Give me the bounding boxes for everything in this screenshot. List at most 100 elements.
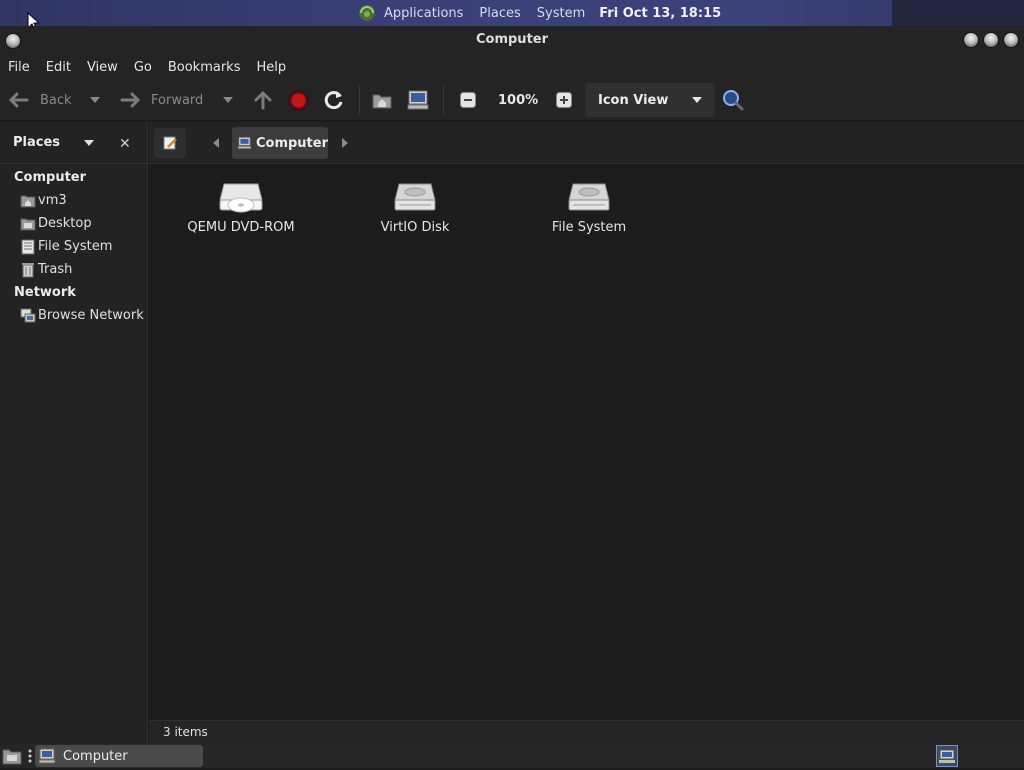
minimize-button[interactable] [964, 33, 978, 47]
toolbar-separator [443, 86, 444, 114]
zoom-level[interactable]: 100% [498, 80, 538, 120]
file-item-virtio-disk[interactable]: VirtIO Disk [350, 180, 480, 235]
sidebar-item-label: Browse Network [38, 308, 144, 323]
file-view[interactable]: QEMU DVD-ROM VirtIO Disk File System [149, 164, 1024, 720]
hard-disk-icon [568, 183, 610, 211]
stop-button[interactable] [288, 80, 309, 120]
file-system-icon [21, 239, 35, 254]
panel-tray [892, 0, 1024, 26]
forward-history-dropdown[interactable] [223, 80, 233, 120]
view-mode-label: Icon View [598, 92, 669, 108]
breadcrumb-label: Computer [255, 135, 328, 151]
window-controls [964, 33, 1018, 47]
close-button[interactable] [1004, 33, 1018, 47]
sidebar-mode-dropdown-icon[interactable] [84, 140, 94, 146]
sidebar-section-network: Network [14, 285, 76, 300]
home-folder-icon [372, 94, 392, 109]
file-name: File System [551, 220, 627, 235]
search-button[interactable] [722, 80, 744, 120]
menu-help[interactable]: Help [248, 60, 294, 75]
places-menu[interactable]: Places [479, 6, 520, 21]
trash-icon [22, 262, 34, 277]
sidebar-item-label: vm3 [38, 193, 67, 208]
menu-view[interactable]: View [79, 60, 126, 75]
menu-edit[interactable]: Edit [38, 60, 79, 75]
taskbar-window-label: Computer [63, 748, 128, 764]
menubar: File Edit View Go Bookmarks Help [0, 55, 1024, 80]
maximize-button[interactable] [984, 33, 998, 47]
workspace-switcher[interactable] [936, 745, 958, 767]
view-mode-select[interactable]: Icon View [585, 83, 715, 117]
back-button[interactable]: Back [8, 80, 72, 120]
back-arrow-icon [8, 92, 29, 108]
reload-icon [324, 91, 343, 110]
file-name: VirtIO Disk [380, 220, 450, 235]
sidebar-header: Places ✕ [0, 122, 147, 164]
sidebar: Places ✕ Computer vm3 Desktop File Syste… [0, 122, 148, 744]
toolbar-separator [359, 86, 360, 114]
computer-button[interactable] [407, 80, 429, 120]
sidebar-item-trash[interactable]: Trash [0, 258, 147, 281]
file-name: QEMU DVD-ROM [187, 220, 295, 235]
location-bar: Computer [149, 122, 1024, 164]
hard-disk-icon [394, 183, 436, 211]
zoom-in-button[interactable] [556, 80, 572, 120]
up-button[interactable] [254, 80, 272, 120]
top-panel: Applications Places System Fri Oct 13, 1… [0, 0, 1024, 26]
bottom-panel: Computer [0, 744, 1024, 768]
stop-icon [288, 90, 309, 110]
mate-logo-icon[interactable] [358, 4, 376, 22]
reload-button[interactable] [323, 80, 345, 120]
zoom-in-icon [556, 92, 572, 108]
network-icon [20, 308, 36, 322]
computer-icon [39, 748, 55, 764]
chevron-down-icon [223, 97, 233, 103]
show-desktop-icon[interactable] [2, 747, 22, 765]
breadcrumb-computer[interactable]: Computer [232, 127, 328, 159]
home-button[interactable] [372, 80, 392, 120]
sidebar-item-label: File System [38, 239, 113, 254]
chevron-down-icon [90, 97, 100, 103]
toolbar: Back Forward 100% Icon View [0, 80, 1024, 121]
up-arrow-icon [254, 91, 272, 110]
sidebar-title[interactable]: Places [13, 135, 60, 150]
sidebar-item-file-system[interactable]: File System [0, 235, 147, 258]
file-item-qemu-dvd-rom[interactable]: QEMU DVD-ROM [176, 180, 306, 235]
breadcrumb-scroll-right[interactable] [331, 128, 359, 158]
zoom-out-button[interactable] [460, 80, 476, 120]
top-panel-menus: Applications Places System Fri Oct 13, 1… [358, 0, 721, 26]
file-item-file-system[interactable]: File System [524, 180, 654, 235]
forward-arrow-icon [120, 92, 141, 108]
back-history-dropdown[interactable] [90, 80, 100, 120]
applications-menu[interactable]: Applications [384, 6, 463, 21]
sidebar-item-browse-network[interactable]: Browse Network [0, 304, 147, 327]
window-title: Computer [475, 32, 549, 47]
chevron-down-icon [692, 97, 702, 103]
window-titlebar[interactable]: Computer [0, 26, 1024, 55]
sidebar-item-vm3[interactable]: vm3 [0, 189, 147, 212]
system-menu[interactable]: System [537, 6, 585, 21]
menu-go[interactable]: Go [126, 60, 160, 75]
close-sidebar-icon[interactable]: ✕ [119, 136, 131, 152]
menu-file[interactable]: File [0, 60, 38, 75]
taskbar-window-computer[interactable]: Computer [35, 745, 203, 767]
search-icon [723, 90, 744, 111]
menu-bookmarks[interactable]: Bookmarks [160, 60, 249, 75]
toggle-location-entry-button[interactable] [154, 128, 186, 158]
chevron-right-icon [342, 138, 348, 148]
sidebar-item-desktop[interactable]: Desktop [0, 212, 147, 235]
clock[interactable]: Fri Oct 13, 18:15 [599, 6, 721, 21]
zoom-out-icon [460, 92, 476, 108]
forward-label: Forward [151, 92, 204, 108]
breadcrumb-scroll-left[interactable] [202, 128, 230, 158]
sidebar-item-label: Desktop [38, 216, 92, 231]
edit-pencil-icon [163, 136, 177, 150]
zoom-level-text: 100% [498, 92, 539, 108]
optical-drive-icon [219, 183, 263, 213]
forward-button[interactable]: Forward [119, 80, 203, 120]
computer-icon [238, 136, 251, 150]
home-folder-icon [20, 195, 36, 207]
desktop-folder-icon [20, 218, 36, 230]
drag-handle-icon[interactable] [28, 748, 32, 764]
status-bar: 3 items [149, 720, 1024, 744]
